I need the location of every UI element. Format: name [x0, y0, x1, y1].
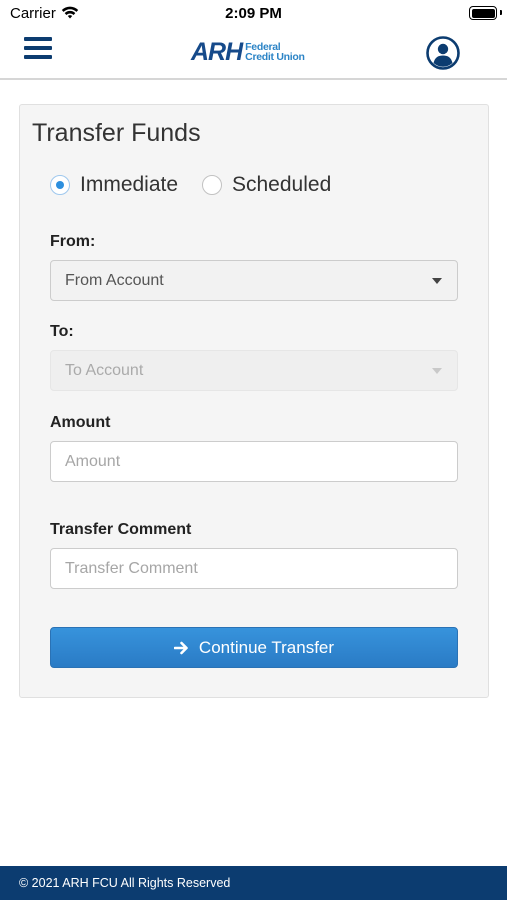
status-bar: Carrier 2:09 PM	[0, 0, 507, 30]
logo-subtitle: Federal Credit Union	[245, 42, 305, 63]
transfer-funds-card: Transfer Funds Immediate Scheduled From:…	[19, 104, 489, 698]
battery-tip	[500, 10, 502, 15]
battery-icon	[469, 6, 497, 20]
transfer-comment-label: Transfer Comment	[50, 521, 192, 538]
user-profile-icon[interactable]	[426, 36, 460, 70]
amount-label: Amount	[50, 414, 111, 431]
caret-down-icon	[432, 368, 442, 374]
arrow-right-icon	[173, 641, 189, 655]
from-label: From:	[50, 233, 96, 250]
status-time: 2:09 PM	[225, 5, 282, 22]
radio-scheduled-indicator[interactable]	[202, 175, 222, 195]
page-title: Transfer Funds	[32, 119, 201, 147]
app-header: ARH Federal Credit Union	[0, 30, 507, 80]
to-label: To:	[50, 323, 74, 340]
hamburger-menu-icon[interactable]	[24, 37, 54, 63]
logo-subtitle-line2: Credit Union	[245, 51, 305, 63]
amount-input[interactable]	[50, 441, 458, 482]
footer: © 2021 ARH FCU All Rights Reserved	[0, 866, 507, 900]
continue-transfer-label: Continue Transfer	[198, 637, 335, 657]
to-account-select[interactable]: To Account	[50, 350, 458, 391]
copyright-text: © 2021 ARH FCU All Rights Reserved	[19, 876, 231, 890]
from-account-select[interactable]: From Account	[50, 260, 458, 301]
caret-down-icon	[432, 278, 442, 284]
logo-wordmark: ARH	[191, 37, 243, 66]
radio-scheduled[interactable]: Scheduled	[202, 171, 331, 199]
arh-logo: ARH Federal Credit Union	[191, 37, 305, 66]
to-account-value: To Account	[65, 361, 144, 379]
transfer-comment-input[interactable]	[50, 548, 458, 589]
radio-immediate-indicator[interactable]	[50, 175, 70, 195]
radio-immediate-label: Immediate	[80, 173, 179, 196]
from-account-value: From Account	[65, 271, 164, 289]
continue-transfer-button[interactable]: Continue Transfer	[50, 627, 458, 668]
radio-scheduled-label: Scheduled	[232, 173, 332, 196]
radio-immediate[interactable]: Immediate	[50, 171, 178, 199]
